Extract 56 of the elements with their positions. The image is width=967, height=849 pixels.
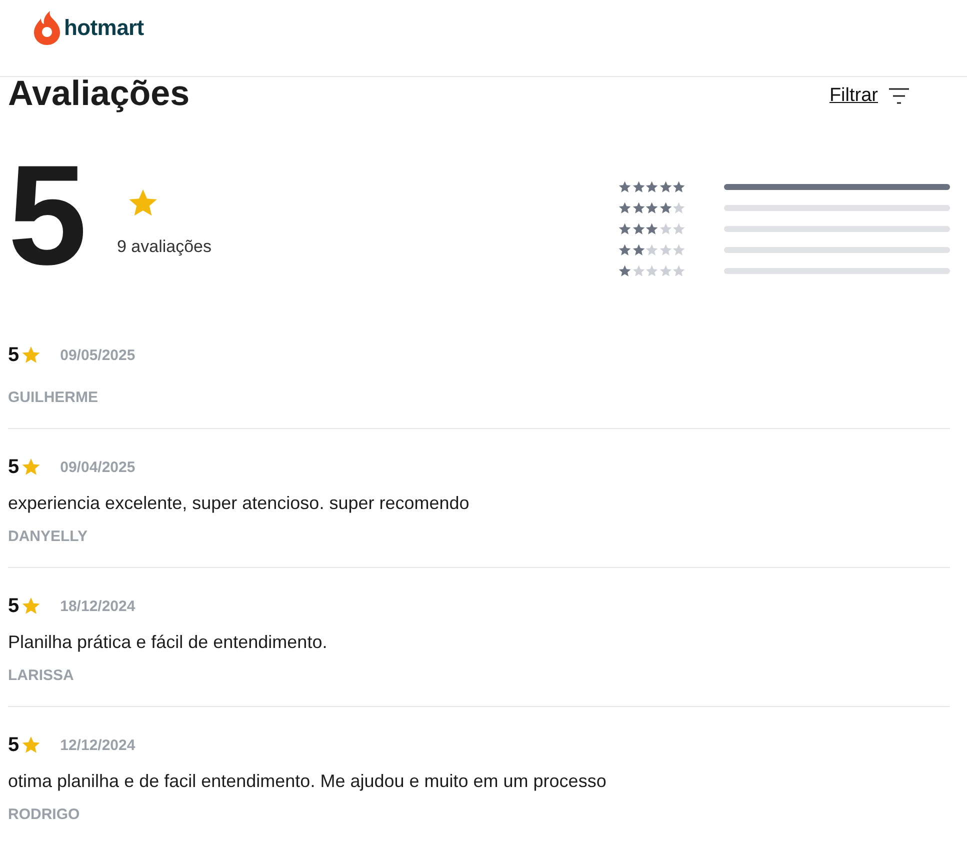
star-rating[interactable] (618, 180, 686, 194)
star-icon (618, 180, 632, 194)
star-icon (658, 222, 672, 236)
star-icon (645, 243, 659, 257)
star-icon (632, 201, 646, 215)
star-rating[interactable] (618, 264, 686, 278)
review-date: 18/12/2024 (60, 598, 136, 614)
star-icon (672, 201, 686, 215)
filter-icon (888, 87, 910, 105)
star-icon (21, 596, 42, 616)
review-rating: 5 (8, 344, 20, 366)
star-rating[interactable] (618, 201, 686, 215)
star-icon (618, 243, 632, 257)
star-icon (618, 264, 632, 278)
review-rating: 5 (8, 456, 20, 478)
star-icon (658, 264, 672, 278)
review-author: RODRIGO (8, 805, 81, 825)
star-icon (632, 243, 646, 257)
star-icon (658, 201, 672, 215)
star-icon (658, 243, 672, 257)
page-title: Avaliações (8, 77, 190, 111)
star-icon (645, 264, 659, 278)
star-icon (632, 264, 646, 278)
review-author: LARISSA (8, 666, 75, 686)
star-icon (672, 180, 686, 194)
star-icon (645, 222, 659, 236)
star-icon (21, 345, 42, 365)
review-rating: 5 (8, 594, 20, 618)
logo-text: hotmart (64, 15, 144, 41)
star-icon (632, 180, 646, 194)
review-date: 09/05/2025 (60, 346, 136, 364)
flame-logo-icon (33, 10, 61, 46)
star-icon (21, 457, 42, 477)
star-rating[interactable] (618, 243, 686, 257)
star-icon (618, 201, 632, 215)
review-date: 12/12/2024 (60, 736, 136, 754)
star-icon (618, 222, 632, 236)
star-icon (21, 735, 42, 755)
star-icon (645, 180, 659, 194)
star-rating[interactable] (618, 222, 686, 236)
star-icon (672, 243, 686, 257)
star-icon (645, 201, 659, 215)
review-count: 9 avaliações (116, 237, 212, 257)
review-author: DANYELLY (8, 527, 88, 547)
review-rating: 5 (8, 734, 20, 756)
review-text: experiencia excelente, super atencioso. super recomendo (8, 492, 470, 515)
star-icon (672, 264, 686, 278)
review-date: 09/04/2025 (60, 458, 136, 476)
star-icon (632, 222, 646, 236)
average-rating: 5 (8, 145, 83, 287)
star-icon (658, 180, 672, 194)
star-icon (672, 222, 686, 236)
review-author: GUILHERME (8, 388, 99, 408)
filter-button[interactable]: Filtrar (829, 85, 910, 107)
review-text: Planilha prática e fácil de entendimento. (8, 631, 328, 654)
review-text: otima planilha e de facil entendimento. Me ajudou e muito em um processo (8, 770, 608, 793)
